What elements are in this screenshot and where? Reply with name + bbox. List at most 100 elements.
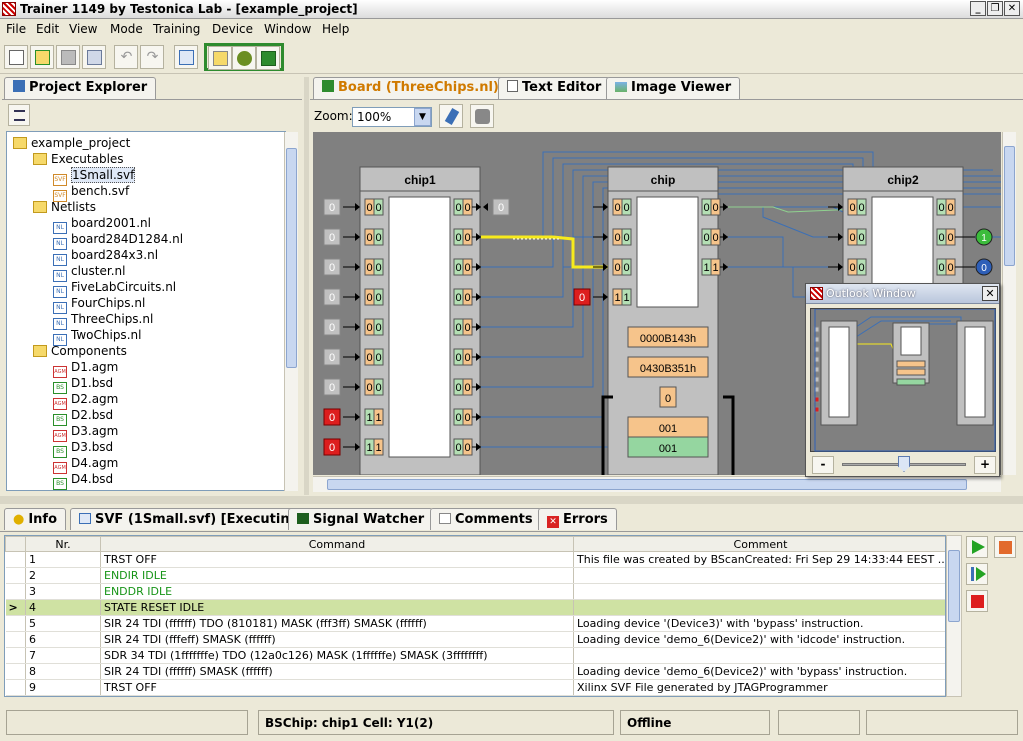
tree-file[interactable]: AGM D1.agm — [53, 360, 118, 378]
svf-table-scrollbar-thumb[interactable] — [948, 550, 960, 622]
board-wire[interactable] — [733, 206, 844, 213]
chevron-down-icon[interactable]: ▼ — [414, 108, 431, 126]
tree-file[interactable]: AGM D4.agm — [53, 456, 118, 474]
new-file-button[interactable] — [4, 45, 28, 69]
board-vscrollbar[interactable] — [1002, 132, 1016, 475]
tree-file[interactable]: AGM D3.agm — [53, 424, 118, 442]
outlook-title-bar[interactable]: Outlook Window — [806, 284, 999, 304]
tree-file[interactable]: BS D2.bsd — [53, 408, 113, 426]
table-row[interactable]: 8 SIR 24 TDI (ffffff) SMASK (ffffff) Loadi… — [5, 663, 945, 680]
table-row[interactable]: 6 SIR 24 TDI (fffeff) SMASK (ffffff) Loadi… — [5, 631, 945, 648]
status-field-connection: Offline — [620, 710, 770, 735]
maximize-button[interactable]: ❐ — [987, 1, 1003, 16]
load-button[interactable] — [208, 46, 232, 70]
debug-button[interactable] — [232, 46, 256, 70]
menu-view[interactable]: View — [69, 22, 97, 36]
table-row[interactable]: 1 TRST OFF This file was created by BScanC… — [5, 551, 945, 568]
board-run-button[interactable] — [256, 46, 280, 70]
tree-file[interactable]: SVF 1Small.svf — [53, 167, 136, 186]
menu-training[interactable]: Training — [153, 22, 200, 36]
menu-device[interactable]: Device — [212, 22, 253, 36]
menu-mode[interactable]: Mode — [110, 22, 143, 36]
table-row[interactable]: 3 ENDDR IDLE — [5, 583, 945, 600]
zoom-out-button[interactable]: - — [812, 456, 834, 474]
zoom-in-button[interactable]: + — [974, 456, 996, 474]
tab-text-editor[interactable]: Text Editor — [498, 77, 611, 99]
table-row[interactable]: >4 STATE RESET IDLE — [5, 599, 945, 616]
tab-comments[interactable]: Comments — [430, 508, 542, 530]
outlook-close-button[interactable]: ✕ — [982, 286, 998, 301]
tree-file[interactable]: NL cluster.nl — [53, 264, 126, 282]
reset-button[interactable] — [994, 536, 1016, 558]
tree-scrollbar-thumb[interactable] — [286, 148, 297, 368]
tree-item-label: cluster.nl — [71, 264, 126, 278]
tab-project-explorer[interactable]: Project Explorer — [4, 77, 157, 99]
tree-folder[interactable]: Netlists — [33, 200, 96, 216]
tree-folder[interactable]: Executables — [33, 152, 124, 168]
bs-cell-value: 1 — [623, 292, 629, 304]
outlook-preview[interactable] — [810, 308, 996, 452]
menu-edit[interactable]: Edit — [36, 22, 59, 36]
horizontal-splitter[interactable] — [0, 496, 1023, 504]
tab-signal-watcher[interactable]: Signal Watcher — [288, 508, 434, 530]
tree-scrollbar[interactable] — [284, 132, 298, 491]
board-vscrollbar-thumb[interactable] — [1004, 146, 1015, 266]
export-button[interactable] — [174, 45, 198, 69]
column-header-nr[interactable]: Nr. — [25, 536, 101, 552]
tree-folder[interactable]: Components — [33, 344, 127, 360]
table-row[interactable]: 9 TRST OFF Xilinx SVF File generated by JT… — [5, 679, 945, 696]
table-row[interactable]: 2 ENDIR IDLE — [5, 567, 945, 584]
tree-folder[interactable]: example_project — [13, 136, 130, 152]
tab-board[interactable]: Board (ThreeChips.nl) — [313, 77, 508, 99]
tab-svf[interactable]: SVF (1Small.svf) [Executing] — [70, 508, 314, 530]
step-button[interactable] — [966, 563, 988, 585]
tree-file[interactable]: NL TwoChips.nl — [53, 328, 141, 346]
redo-button[interactable]: ↷ — [140, 45, 164, 69]
table-row[interactable]: 7 SDR 34 TDI (1fffffffe) TDO (12a0c126) M… — [5, 647, 945, 664]
tree-file[interactable]: NL FiveLabCircuits.nl — [53, 280, 176, 298]
menu-help[interactable]: Help — [322, 22, 349, 36]
run-button[interactable] — [966, 536, 988, 558]
input-toggle-value: 0 — [329, 412, 335, 424]
menu-file[interactable]: File — [6, 22, 26, 36]
column-header-comment[interactable]: Comment — [573, 536, 945, 552]
stop-button[interactable] — [966, 590, 988, 612]
minimize-button[interactable]: _ — [970, 1, 986, 16]
print-button[interactable] — [82, 45, 106, 69]
tab-info[interactable]: ● Info — [4, 508, 67, 530]
tree-file[interactable]: BS D4.bsd — [53, 472, 113, 490]
tree-file[interactable]: NL board2001.nl — [53, 216, 151, 234]
svf-table-scrollbar[interactable] — [946, 535, 962, 697]
tree-file[interactable]: NL FourChips.nl — [53, 296, 145, 314]
selected-wire[interactable] — [481, 235, 608, 269]
board-hscrollbar[interactable] — [313, 476, 1001, 492]
settings-button[interactable] — [470, 104, 494, 128]
pin-arrow — [838, 233, 843, 241]
close-button[interactable]: ✕ — [1004, 1, 1020, 16]
mini-register — [896, 368, 926, 376]
vertical-splitter[interactable] — [304, 77, 309, 495]
bs-cell-value: 0 — [464, 442, 470, 454]
tree-file[interactable]: BS D3.bsd — [53, 440, 113, 458]
undo-button[interactable]: ↶ — [114, 45, 138, 69]
menu-window[interactable]: Window — [264, 22, 311, 36]
column-header-command[interactable]: Command — [100, 536, 574, 552]
paint-button[interactable] — [439, 104, 463, 128]
tree-file[interactable]: NL board284x3.nl — [53, 248, 158, 266]
tree-file[interactable]: SVF bench.svf — [53, 184, 129, 202]
open-project-button[interactable] — [30, 45, 54, 69]
save-button[interactable] — [56, 45, 80, 69]
tree-file[interactable]: NL board284D1284.nl — [53, 232, 183, 250]
bs-cell-value: 0 — [375, 322, 381, 334]
status-bar: BSChip: chip1 Cell: Y1(2) Offline — [0, 706, 1023, 741]
tree-item-label: Netlists — [51, 200, 96, 214]
tree-file[interactable]: AGM D2.agm — [53, 392, 118, 410]
table-row[interactable]: 5 SIR 24 TDI (ffffff) TDO (810181) MASK (… — [5, 615, 945, 632]
tree-file[interactable]: BS D1.bsd — [53, 376, 113, 394]
zoom-slider-thumb[interactable] — [898, 456, 910, 472]
tree-file[interactable]: NL ThreeChips.nl — [53, 312, 153, 330]
tab-image-viewer[interactable]: Image Viewer — [606, 77, 741, 99]
collapse-tree-button[interactable] — [8, 104, 30, 126]
board-hscrollbar-thumb[interactable] — [327, 479, 967, 490]
tab-errors[interactable]: ✕ Errors — [538, 508, 617, 530]
